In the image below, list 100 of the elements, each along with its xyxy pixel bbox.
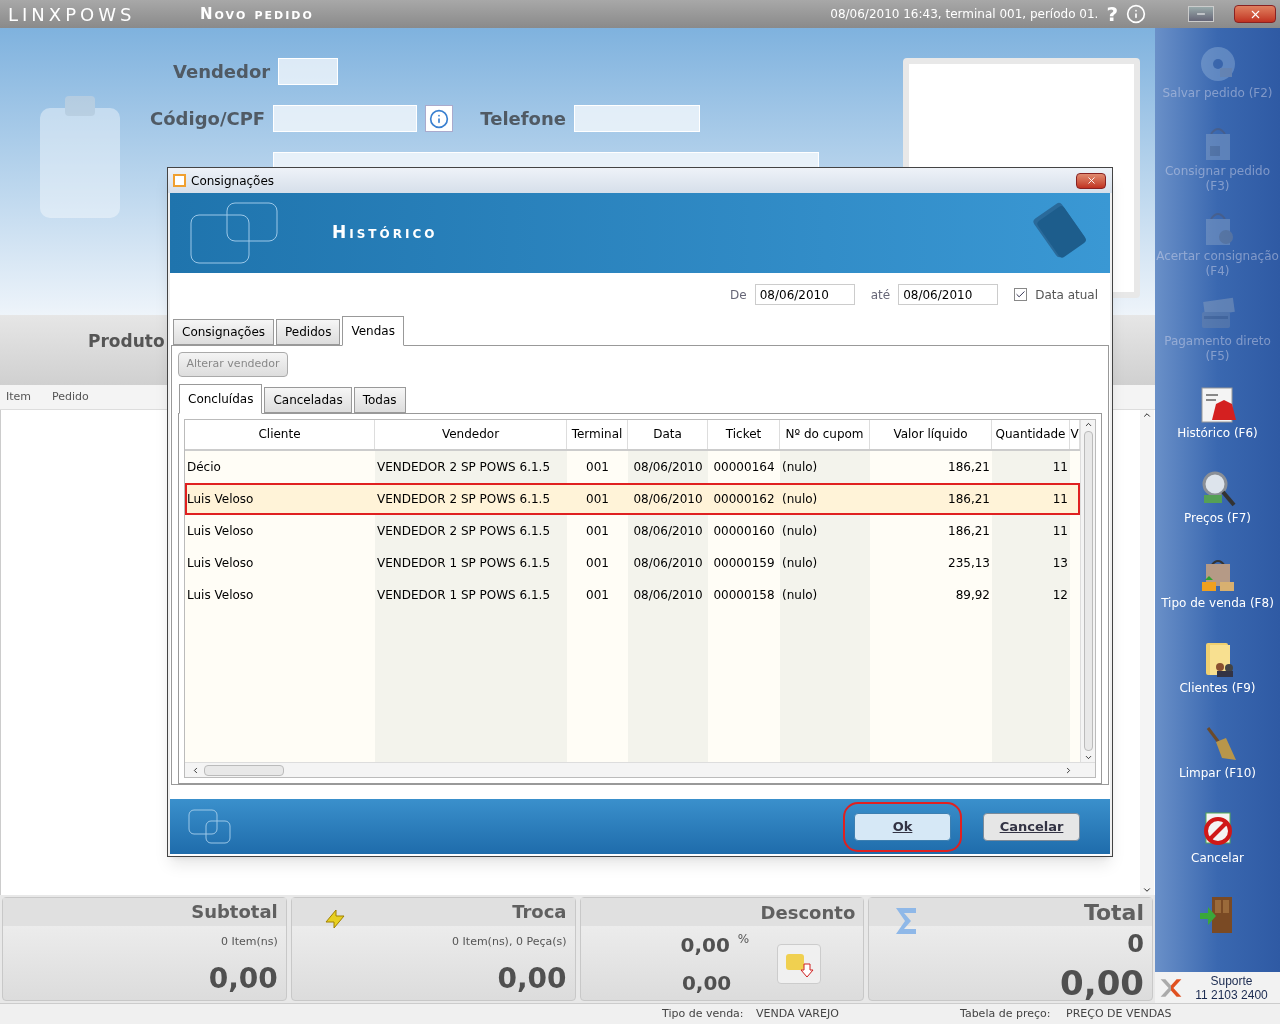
minimize-button[interactable] [1188, 6, 1214, 22]
table-row[interactable]: Décio VENDEDOR 2 SP POWS 6.1.5 001 08/06/2010 00000164 (nulo) 186,21 11 [185, 450, 1080, 483]
total-amount: 0,00 [1060, 962, 1144, 1005]
window-icon [172, 173, 187, 188]
table-cell-text: 001 [585, 490, 610, 508]
tab[interactable]: Vendas [342, 316, 404, 346]
table-cell-text: Luis Veloso [186, 586, 255, 604]
support-phone: 11 2103 2400 [1195, 987, 1268, 1002]
field-label: Código/CPF [150, 107, 266, 131]
info-icon [429, 108, 450, 129]
column-header[interactable]: Valor líquido [870, 419, 992, 449]
panel-title: Troca [512, 900, 567, 925]
tab[interactable]: Consignações [173, 319, 275, 345]
table-row[interactable]: Luis Veloso VENDEDOR 1 SP POWS 6.1.5 001 08/06/2010 00000158 (nulo) 89,92 12 [185, 578, 1080, 611]
table-cell-text: 186,21 [947, 458, 991, 476]
sidebar-button[interactable]: Preços (F7) [1155, 455, 1280, 540]
column-header[interactable]: Vendedor [375, 419, 567, 449]
scroll-up-icon[interactable] [1142, 410, 1152, 420]
panel-title: Subtotal [191, 900, 278, 925]
column-header[interactable]: Terminal [567, 419, 628, 449]
panel-title: Total [1083, 898, 1144, 927]
table-cell-text: (nulo) [781, 586, 819, 604]
column-header[interactable]: Ticket [708, 419, 780, 449]
table-cell-text: 001 [585, 522, 610, 540]
support-label: Suporte [1210, 973, 1253, 988]
scroll-down-icon[interactable] [1083, 753, 1093, 762]
sidebar-button[interactable]: Clientes (F9) [1155, 625, 1280, 710]
table-cell-text: Luis Veloso [186, 490, 255, 508]
total-count: 0 [1127, 929, 1144, 960]
table-cell-text: 186,21 [947, 490, 991, 508]
tab[interactable]: Concluídas [179, 383, 263, 414]
sidebar-button[interactable]: Cancelar [1155, 795, 1280, 880]
date-field[interactable]: 08/06/2010 [754, 284, 855, 305]
table-cell-text: VENDEDOR 1 SP POWS 6.1.5 [376, 554, 552, 572]
table-cell-text: 11 [1051, 458, 1069, 476]
input-field[interactable] [574, 105, 700, 132]
sidebar-button[interactable]: Histórico (F6) [1155, 370, 1280, 455]
scrollbar[interactable] [1140, 410, 1154, 895]
table-cell-text: 08/06/2010 [632, 522, 704, 540]
input-field[interactable] [273, 105, 418, 132]
date-field[interactable]: 08/06/2010 [898, 284, 999, 305]
dialog-button[interactable]: Cancelar [983, 812, 1080, 841]
tab[interactable]: Todas [353, 386, 406, 413]
item-count: 0 Item(ns) [220, 933, 278, 950]
checkbox[interactable] [1014, 288, 1028, 301]
logo: LINXPOWS [7, 2, 137, 27]
input-field[interactable] [278, 58, 339, 85]
scroll-down-icon[interactable] [1142, 885, 1152, 895]
horizontal-scrollbar[interactable] [185, 762, 1095, 777]
column-header[interactable]: Quantidade [992, 419, 1070, 449]
info-icon[interactable] [1126, 4, 1146, 24]
table-cell-text: VENDEDOR 1 SP POWS 6.1.5 [376, 586, 552, 604]
window-title: Novo pedido [200, 3, 314, 25]
tab[interactable]: Canceladas [264, 386, 352, 413]
table-cell-text: Luis Veloso [186, 554, 255, 572]
table-cell-text: 89,92 [954, 586, 991, 604]
discount-percent: 0,00 [680, 932, 730, 959]
discount-button[interactable] [777, 944, 822, 984]
close-icon [1085, 175, 1097, 186]
tab[interactable]: Pedidos [276, 319, 341, 345]
table-cell-text: 11 [1051, 490, 1069, 508]
table-cell-text: 00000160 [712, 522, 776, 540]
column-header[interactable]: Data [628, 419, 708, 449]
table-cell-text: 001 [585, 586, 610, 604]
column-header[interactable]: Nº do cupom [780, 419, 870, 449]
sidebar-button[interactable]: Tipo de venda (F8) [1155, 540, 1280, 625]
percent-sign: % [737, 931, 750, 948]
table-cell-text: Luis Veloso [186, 522, 255, 540]
table-cell-text: Décio [186, 458, 222, 476]
checkbox-label: Data atual [1035, 286, 1098, 304]
date-label: até [870, 286, 891, 304]
table-row[interactable]: Luis Veloso VENDEDOR 1 SP POWS 6.1.5 001 08/06/2010 00000159 (nulo) 235,13 13 [185, 546, 1080, 579]
table-cell-text: 001 [585, 458, 610, 476]
table-cell-text: 13 [1051, 554, 1069, 572]
info-button[interactable] [425, 105, 454, 132]
status-value: VENDA VAREJO [756, 1005, 840, 1022]
column-header[interactable]: Cliente [185, 419, 375, 449]
table-cell-text: 00000159 [712, 554, 776, 572]
status-value: PREÇO DE VENDAS [1066, 1005, 1172, 1022]
scroll-right-icon[interactable] [1064, 765, 1073, 775]
column-header: Item [5, 388, 33, 405]
field-label: Telefone [480, 107, 566, 131]
table-cell-text: 08/06/2010 [632, 458, 704, 476]
table-cell-text: VENDEDOR 2 SP POWS 6.1.5 [376, 458, 552, 476]
table-cell-text: 235,13 [947, 554, 991, 572]
amount: 0,00 [208, 961, 278, 997]
panel-title: Desconto [760, 900, 856, 925]
scrollbar[interactable] [1080, 419, 1095, 762]
table-row[interactable]: Luis Veloso VENDEDOR 2 SP POWS 6.1.5 001 08/06/2010 00000160 (nulo) 186,21 11 [185, 514, 1080, 547]
dialog-title: Consignações [191, 172, 275, 190]
sigma-icon [894, 906, 919, 936]
scroll-left-icon[interactable] [191, 765, 200, 775]
close-button[interactable] [1234, 5, 1276, 23]
table-cell-text: (nulo) [781, 554, 819, 572]
table-row[interactable]: Luis Veloso VENDEDOR 2 SP POWS 6.1.5 001 08/06/2010 00000162 (nulo) 186,21 11 [185, 482, 1080, 515]
status-label: Tabela de preço: [960, 1005, 1052, 1022]
close-button[interactable] [1076, 172, 1106, 189]
table-cell-text: VENDEDOR 2 SP POWS 6.1.5 [376, 522, 552, 540]
table-cell-text: 00000164 [712, 458, 776, 476]
sidebar-button[interactable]: Limpar (F10) [1155, 710, 1280, 795]
